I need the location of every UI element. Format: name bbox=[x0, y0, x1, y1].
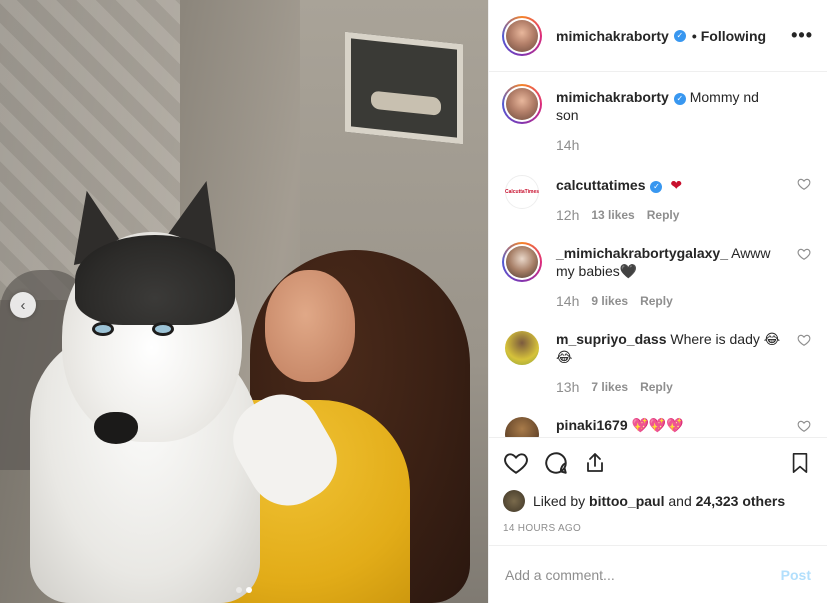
chevron-left-icon: ‹ bbox=[20, 296, 26, 314]
liked-by-prefix: Liked by bbox=[533, 493, 586, 509]
comment-likes[interactable]: 9 likes bbox=[591, 292, 628, 310]
add-comment-input[interactable] bbox=[505, 566, 781, 583]
header-username[interactable]: mimichakraborty bbox=[556, 28, 669, 44]
avatar[interactable] bbox=[502, 15, 542, 56]
avatar[interactable] bbox=[505, 331, 539, 365]
verified-badge-icon: ✓ bbox=[673, 29, 686, 42]
liked-by: Liked by bittoo_paul and 24,323 others bbox=[503, 490, 811, 512]
comment-like-heart-icon[interactable] bbox=[797, 333, 811, 347]
carousel-dot-active[interactable] bbox=[246, 587, 252, 593]
wall-frame-art bbox=[345, 31, 463, 145]
heart-icon[interactable] bbox=[503, 450, 529, 476]
comment-icon[interactable] bbox=[543, 450, 569, 476]
verified-badge-icon: ✓ bbox=[650, 181, 663, 193]
avatar[interactable] bbox=[505, 417, 539, 437]
avatar-logo-text: CalcuttaTimes bbox=[504, 189, 540, 195]
comment-username[interactable]: _mimichakrabortygalaxy_ bbox=[556, 245, 728, 261]
comment-likes[interactable]: 7 likes bbox=[591, 378, 628, 396]
avatar[interactable]: CalcuttaTimes bbox=[505, 175, 539, 209]
avatar[interactable] bbox=[503, 490, 525, 512]
comments-list[interactable]: mimichakraborty ✓ Mommy nd son 14h Calcut… bbox=[489, 72, 827, 437]
comment-item: pinaki1679 💖💖💖 bbox=[502, 414, 813, 437]
verified-badge-icon: ✓ bbox=[673, 93, 686, 105]
comment-username[interactable]: pinaki1679 bbox=[556, 417, 628, 433]
comment-username[interactable]: calcuttatimes bbox=[556, 177, 645, 193]
bookmark-icon[interactable] bbox=[789, 450, 811, 476]
caption-time[interactable]: 14h bbox=[556, 136, 579, 154]
reply-button[interactable]: Reply bbox=[640, 378, 673, 396]
comment-text: 💖💖💖 bbox=[631, 417, 684, 433]
avatar[interactable] bbox=[502, 242, 542, 282]
post-side-panel: mimichakraborty ✓ • Following ••• mimich… bbox=[488, 0, 827, 603]
avatar[interactable] bbox=[502, 84, 542, 124]
liked-by-mid: and bbox=[668, 493, 692, 509]
comment-time[interactable]: 13h bbox=[556, 378, 579, 396]
comment-time[interactable]: 12h bbox=[556, 206, 579, 224]
add-comment-bar: Post bbox=[489, 545, 827, 603]
comment-username[interactable]: m_supriyo_dass bbox=[556, 331, 667, 347]
comment-like-heart-icon[interactable] bbox=[797, 419, 811, 433]
carousel-dot[interactable] bbox=[236, 587, 242, 593]
comment-item: m_supriyo_dass Where is dady 😂😂 13h 7 li… bbox=[502, 328, 813, 396]
share-icon[interactable] bbox=[583, 450, 607, 476]
likes-count[interactable]: 24,323 others bbox=[696, 493, 786, 509]
reply-button[interactable]: Reply bbox=[647, 206, 680, 224]
caption-username[interactable]: mimichakraborty bbox=[556, 89, 669, 105]
post-actions: Liked by bittoo_paul and 24,323 others 1… bbox=[489, 437, 827, 545]
comment-like-heart-icon[interactable] bbox=[797, 247, 811, 261]
more-options-icon[interactable]: ••• bbox=[791, 25, 813, 46]
header-separator: • bbox=[691, 27, 697, 44]
carousel-dots bbox=[0, 587, 488, 593]
comment-likes[interactable]: 13 likes bbox=[591, 206, 634, 224]
woman-face bbox=[265, 270, 355, 382]
reply-button[interactable]: Reply bbox=[640, 292, 673, 310]
liked-by-user[interactable]: bittoo_paul bbox=[589, 493, 664, 509]
comment-item: CalcuttaTimes calcuttatimes ✓ ❤ 12h 13 li… bbox=[502, 172, 813, 224]
comment-text: ❤ bbox=[670, 177, 683, 193]
comment-time[interactable]: 14h bbox=[556, 292, 579, 310]
post-header: mimichakraborty ✓ • Following ••• bbox=[489, 0, 827, 72]
caption: mimichakraborty ✓ Mommy nd son 14h bbox=[502, 84, 813, 154]
post-button[interactable]: Post bbox=[781, 567, 811, 583]
carousel-prev-button[interactable]: ‹ bbox=[10, 292, 36, 318]
post-photo[interactable]: ‹ bbox=[0, 0, 488, 603]
comment-like-heart-icon[interactable] bbox=[797, 177, 811, 191]
following-button[interactable]: Following bbox=[701, 28, 766, 44]
post-timestamp[interactable]: 14 HOURS AGO bbox=[503, 523, 811, 545]
comment-item: _mimichakrabortygalaxy_ Awww my babies🖤 … bbox=[502, 242, 813, 310]
post-modal: ‹ mimichakraborty ✓ • Following ••• mimi… bbox=[0, 0, 827, 603]
